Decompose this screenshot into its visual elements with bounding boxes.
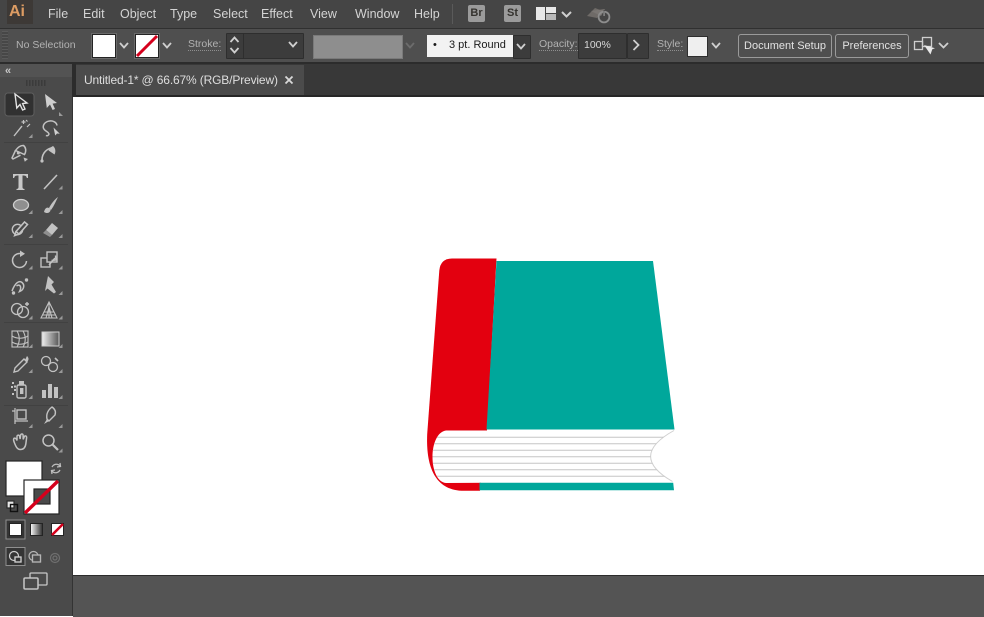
svg-text:«: « [5, 65, 11, 77]
